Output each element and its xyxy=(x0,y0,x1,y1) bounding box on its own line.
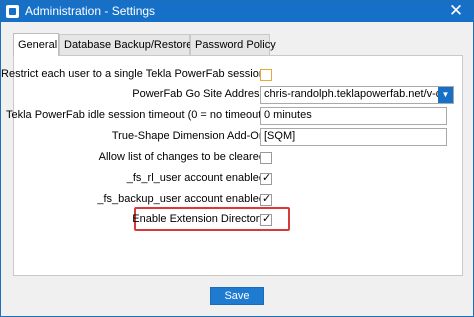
checkmark-icon: ✓ xyxy=(262,193,272,205)
window-title: Administration - Settings xyxy=(25,4,156,18)
checkmark-icon: ✓ xyxy=(262,172,272,184)
fs-rl-user-checkbox[interactable]: ✓ xyxy=(260,172,272,185)
enable-extension-row: Enable Extension Directory: ✓ xyxy=(14,210,464,230)
app-icon xyxy=(6,5,19,18)
go-site-label: PowerFab Go Site Address: xyxy=(132,88,268,100)
checkmark-icon: ✓ xyxy=(262,213,272,225)
allow-changes-row: Allow list of changes to be cleared: xyxy=(14,148,464,168)
allow-changes-label: Allow list of changes to be cleared: xyxy=(98,151,268,163)
true-shape-row: True-Shape Dimension Add-On: [SQM] xyxy=(14,127,464,147)
fs-rl-user-row: _fs_rl_user account enabled: ✓ xyxy=(14,169,464,189)
go-site-value: chris-randolph.teklapowerfab.net/v-dev-a… xyxy=(264,88,453,100)
go-site-row: PowerFab Go Site Address: chris-randolph… xyxy=(14,85,464,105)
general-settings-panel: Restrict each user to a single Tekla Pow… xyxy=(1,55,464,276)
enable-extension-checkbox[interactable]: ✓ xyxy=(260,213,272,226)
close-button[interactable]: ✕ xyxy=(439,1,473,22)
tab-password-policy[interactable]: Password Policy xyxy=(190,34,276,56)
true-shape-input[interactable]: [SQM] xyxy=(260,128,447,146)
tab-general[interactable]: General xyxy=(13,33,59,56)
restrict-session-row: Restrict each user to a single Tekla Pow… xyxy=(1,65,464,85)
fs-backup-user-label: _fs_backup_user account enabled: xyxy=(97,193,268,205)
restrict-session-checkbox[interactable] xyxy=(260,69,272,81)
settings-window: Administration - Settings ✕ General Data… xyxy=(0,0,474,317)
idle-timeout-label: Tekla PowerFab idle session timeout (0 =… xyxy=(6,109,268,121)
go-site-select[interactable]: chris-randolph.teklapowerfab.net/v-dev-a… xyxy=(260,86,454,104)
idle-timeout-row: Tekla PowerFab idle session timeout (0 =… xyxy=(6,106,464,126)
title-bar: Administration - Settings ✕ xyxy=(1,1,473,22)
allow-changes-checkbox[interactable] xyxy=(260,152,272,164)
fs-backup-user-checkbox[interactable]: ✓ xyxy=(260,193,272,206)
true-shape-label: True-Shape Dimension Add-On: xyxy=(111,130,268,142)
enable-extension-label: Enable Extension Directory: xyxy=(132,213,268,225)
save-button[interactable]: Save xyxy=(210,287,264,305)
idle-timeout-input[interactable]: 0 minutes xyxy=(260,107,447,125)
restrict-session-label: Restrict each user to a single Tekla Pow… xyxy=(1,68,268,80)
fs-rl-user-label: _fs_rl_user account enabled: xyxy=(126,172,268,184)
tab-database-backup-restore[interactable]: Database Backup/Restore xyxy=(59,34,192,56)
chevron-down-icon[interactable]: ▼ xyxy=(438,87,453,103)
